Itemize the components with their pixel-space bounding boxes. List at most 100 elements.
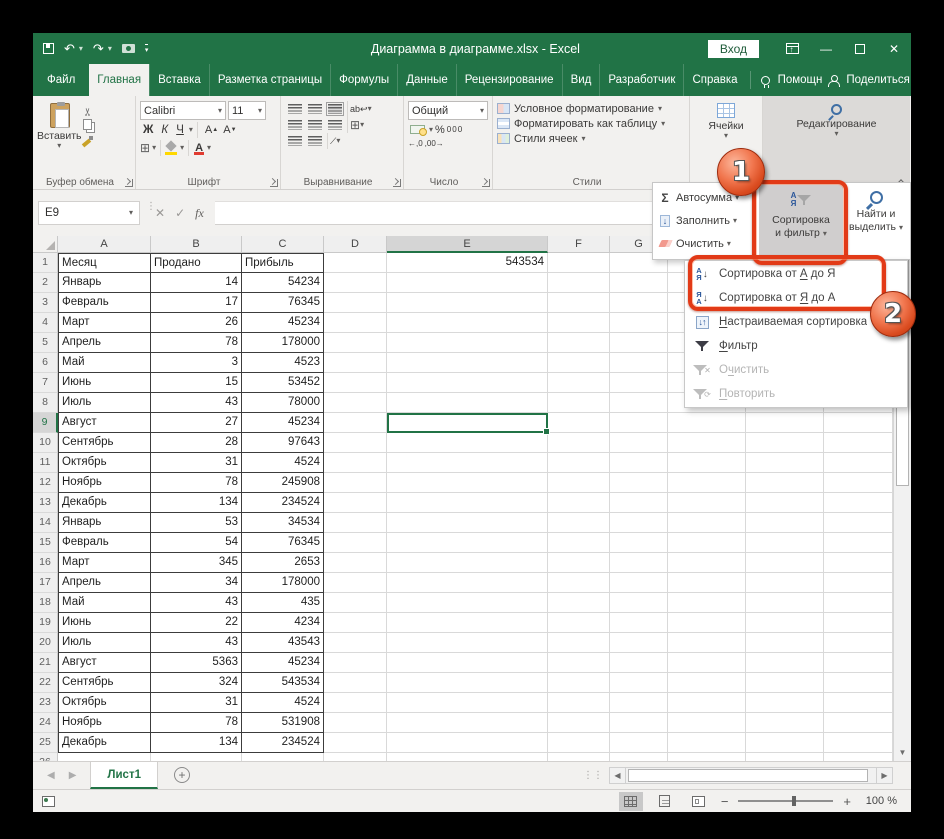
bold-button[interactable]: Ж: [140, 122, 156, 138]
page-layout-view-button[interactable]: [653, 792, 677, 811]
grid-cell[interactable]: 97643: [242, 433, 324, 453]
grid-cell[interactable]: [824, 533, 893, 553]
grid-cell[interactable]: [548, 413, 610, 433]
copy-icon[interactable]: [83, 119, 92, 130]
next-sheet-icon[interactable]: ▶: [69, 770, 77, 781]
grid-cell[interactable]: 15: [151, 373, 242, 393]
share-button[interactable]: Поделиться: [846, 74, 910, 86]
row-header-22[interactable]: 22: [33, 673, 58, 693]
row-header-18[interactable]: 18: [33, 593, 58, 613]
grid-cell[interactable]: Декабрь: [58, 733, 151, 753]
grid-cell[interactable]: Март: [58, 313, 151, 333]
flyout-item-fill-down[interactable]: Заполнить▾: [653, 209, 757, 232]
grid-cell[interactable]: [610, 353, 668, 373]
grid-cell[interactable]: [824, 633, 893, 653]
row-header-2[interactable]: 2: [33, 273, 58, 293]
grid-cell[interactable]: 34534: [242, 513, 324, 533]
grid-cell[interactable]: [824, 593, 893, 613]
underline-dropdown-icon[interactable]: ▾: [189, 126, 193, 134]
row-header-14[interactable]: 14: [33, 513, 58, 533]
grid-cell[interactable]: Февраль: [58, 533, 151, 553]
grid-cell[interactable]: [610, 473, 668, 493]
grid-cell[interactable]: 4523: [242, 353, 324, 373]
grid-cell[interactable]: [668, 613, 746, 633]
grid-cell[interactable]: 14: [151, 273, 242, 293]
grid-cell[interactable]: [610, 393, 668, 413]
grid-cell[interactable]: 78000: [242, 393, 324, 413]
zoom-level[interactable]: 100 %: [861, 795, 897, 807]
tab-вставка[interactable]: Вставка: [149, 64, 209, 96]
row-header-23[interactable]: 23: [33, 693, 58, 713]
grid-cell[interactable]: [324, 273, 387, 293]
tab-рецензирование[interactable]: Рецензирование: [456, 64, 562, 96]
chevron-down-icon[interactable]: ▾: [336, 137, 340, 145]
grid-cell[interactable]: 543534: [387, 253, 548, 273]
row-header-8[interactable]: 8: [33, 393, 58, 413]
grid-cell[interactable]: [610, 333, 668, 353]
grid-cell[interactable]: [668, 533, 746, 553]
grid-cell[interactable]: 245908: [242, 473, 324, 493]
grid-cell[interactable]: 43: [151, 593, 242, 613]
format-painter-icon[interactable]: [82, 136, 93, 147]
grid-cell[interactable]: [387, 673, 548, 693]
fill-color-icon[interactable]: [165, 142, 178, 155]
grid-cell[interactable]: [746, 713, 824, 733]
cancel-icon[interactable]: ✕: [155, 206, 165, 220]
grid-cell[interactable]: [610, 693, 668, 713]
grid-cell[interactable]: [610, 493, 668, 513]
grid-cell[interactable]: [324, 313, 387, 333]
grid-cell[interactable]: [387, 393, 548, 413]
grid-cell[interactable]: [668, 493, 746, 513]
grid-cell[interactable]: [387, 493, 548, 513]
grid-cell[interactable]: [668, 733, 746, 753]
grid-cell[interactable]: [668, 633, 746, 653]
grid-cell[interactable]: [324, 733, 387, 753]
camera-icon[interactable]: [122, 44, 135, 53]
grid-cell[interactable]: [387, 533, 548, 553]
grid-cell[interactable]: [610, 673, 668, 693]
format-as-table-button[interactable]: Форматировать как таблицу▾: [497, 116, 685, 131]
row-header-1[interactable]: 1: [33, 253, 58, 273]
grid-cell[interactable]: 45234: [242, 313, 324, 333]
enter-icon[interactable]: ✓: [175, 206, 185, 220]
row-header-15[interactable]: 15: [33, 533, 58, 553]
row-header-20[interactable]: 20: [33, 633, 58, 653]
grid-cell[interactable]: [610, 733, 668, 753]
grid-cell[interactable]: [824, 613, 893, 633]
zoom-in-button[interactable]: +: [843, 794, 851, 809]
grid-cell[interactable]: 54234: [242, 273, 324, 293]
redo-icon[interactable]: ↷: [93, 42, 104, 55]
grid-cell[interactable]: [824, 713, 893, 733]
grid-cell[interactable]: [324, 573, 387, 593]
grid-cell[interactable]: [324, 253, 387, 273]
grid-cell[interactable]: [746, 673, 824, 693]
grid-cell[interactable]: [610, 533, 668, 553]
row-header-17[interactable]: 17: [33, 573, 58, 593]
chevron-down-icon[interactable]: ▾: [180, 144, 184, 152]
grid-cell[interactable]: [324, 473, 387, 493]
row-header-6[interactable]: 6: [33, 353, 58, 373]
grid-cell[interactable]: Ноябрь: [58, 713, 151, 733]
grid-cell[interactable]: [746, 553, 824, 573]
row-header-10[interactable]: 10: [33, 433, 58, 453]
grid-cell[interactable]: [324, 633, 387, 653]
grid-cell[interactable]: [746, 753, 824, 761]
row-header-4[interactable]: 4: [33, 313, 58, 333]
decrease-decimal-button[interactable]: ,00→: [425, 139, 444, 148]
grid-cell[interactable]: 345: [151, 553, 242, 573]
grid-cell[interactable]: Ноябрь: [58, 473, 151, 493]
grid-cell[interactable]: [324, 513, 387, 533]
grid-cell[interactable]: [824, 413, 893, 433]
grid-cell[interactable]: [548, 333, 610, 353]
grid-cell[interactable]: [324, 653, 387, 673]
grid-cell[interactable]: Июль: [58, 393, 151, 413]
scroll-right-icon[interactable]: ▶: [876, 767, 893, 784]
grid-cell[interactable]: 76345: [242, 293, 324, 313]
grid-cell[interactable]: 45234: [242, 653, 324, 673]
grid-cell[interactable]: 17: [151, 293, 242, 313]
tab-данные[interactable]: Данные: [397, 64, 456, 96]
grid-cell[interactable]: 78: [151, 713, 242, 733]
grid-cell[interactable]: Июнь: [58, 613, 151, 633]
grid-cell[interactable]: 134: [151, 733, 242, 753]
grid-cell[interactable]: [324, 613, 387, 633]
